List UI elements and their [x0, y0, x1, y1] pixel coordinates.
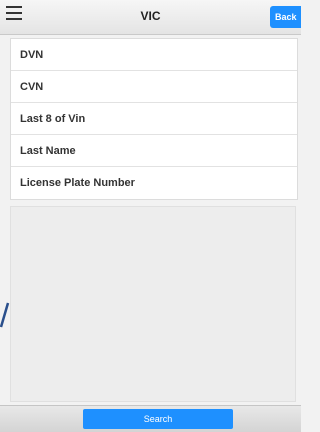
top-bar: VIC Back — [0, 0, 301, 35]
page-title: VIC — [140, 9, 161, 23]
list-item-cvn[interactable]: CVN — [11, 71, 297, 103]
slash-decoration-icon — [0, 302, 10, 328]
list-item-license-plate-number[interactable]: License Plate Number — [11, 167, 297, 199]
list-item-last-8-of-vin[interactable]: Last 8 of Vin — [11, 103, 297, 135]
back-button[interactable]: Back — [270, 6, 301, 28]
list-item-last-name[interactable]: Last Name — [11, 135, 297, 167]
search-button[interactable]: Search — [83, 409, 233, 429]
bottom-bar: Search — [0, 405, 301, 432]
list-item-dvn[interactable]: DVN — [11, 39, 297, 71]
empty-content-panel — [10, 206, 296, 402]
search-options-list: DVN CVN Last 8 of Vin Last Name License … — [10, 38, 298, 200]
